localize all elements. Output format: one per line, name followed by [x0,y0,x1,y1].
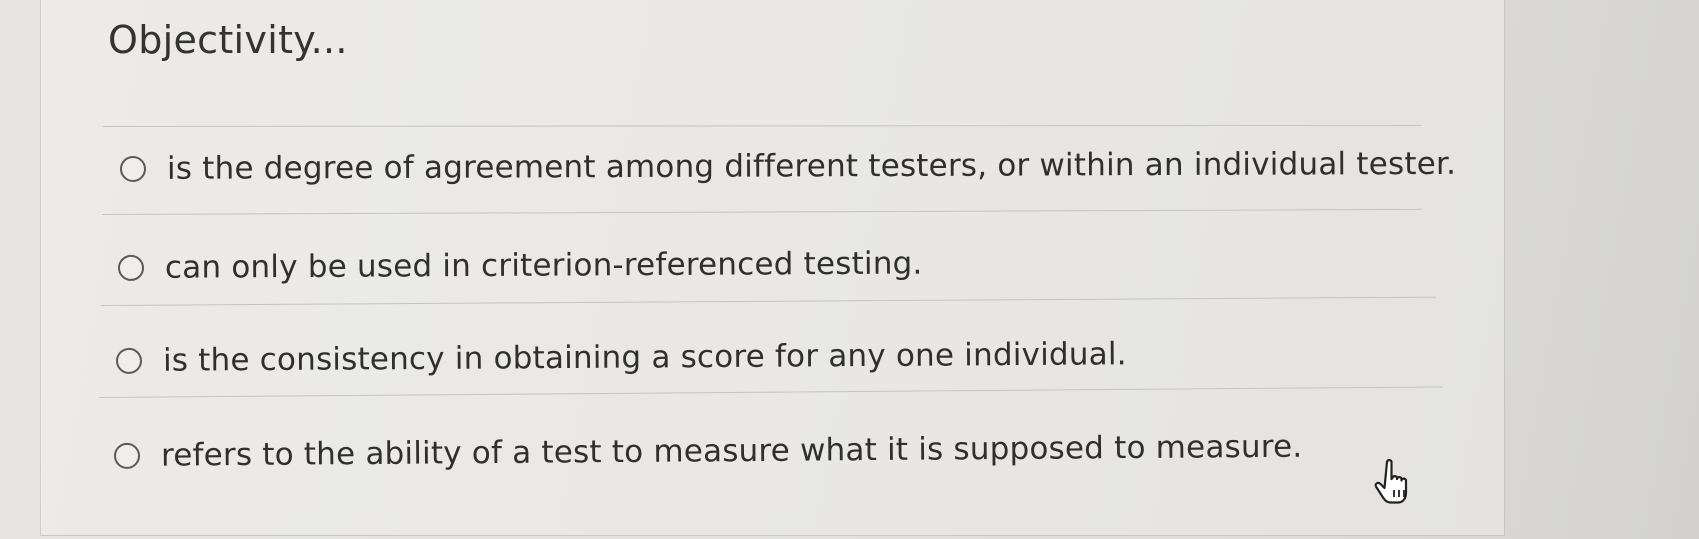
option-label-2: can only be used in criterion-referenced… [164,245,923,286]
radio-button-4[interactable] [113,442,141,469]
option-label-1: is the degree of agreement among differe… [166,145,1457,187]
option-label-3: is the consistency in obtaining a score … [162,336,1127,379]
pointer-hand-icon [1374,459,1408,504]
answer-option-1[interactable]: is the degree of agreement among differe… [119,145,1457,187]
radio-button-1[interactable] [119,155,147,182]
question-title: Objectivity... [108,18,348,62]
answer-option-3[interactable]: is the consistency in obtaining a score … [115,336,1127,379]
answer-option-2[interactable]: can only be used in criterion-referenced… [117,245,923,286]
radio-button-2[interactable] [117,254,145,281]
radio-button-3[interactable] [115,347,143,374]
